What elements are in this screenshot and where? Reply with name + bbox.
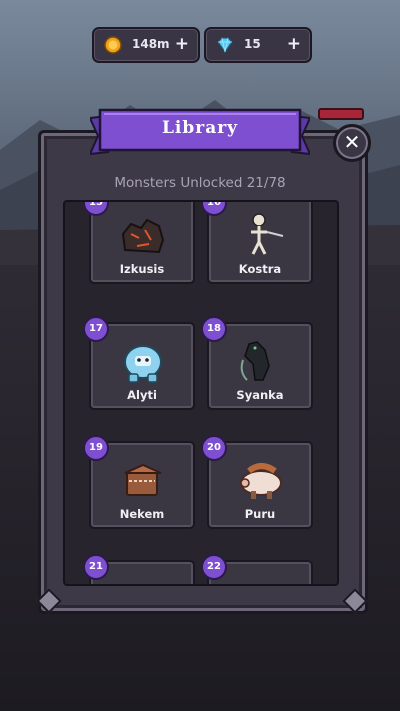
coin-value: 148m xyxy=(132,37,170,51)
boar-icon xyxy=(240,463,282,499)
gem-value: 15 xyxy=(244,37,261,51)
monster-name: Nekem xyxy=(119,507,165,521)
add-gems-button[interactable]: + xyxy=(287,34,301,54)
monster-number-badge: 17 xyxy=(83,316,109,342)
monster-card-izkusis[interactable]: Izkusis xyxy=(89,202,195,284)
yeti-icon xyxy=(124,345,162,383)
monster-name: Syanka xyxy=(236,388,284,402)
monster-list[interactable]: Izkusis 15 Kostra 16 Alyti 17 Syanka 18 xyxy=(63,200,339,586)
monster-number-badge: 18 xyxy=(201,316,227,342)
skeleton-icon xyxy=(251,213,284,255)
gem-icon xyxy=(217,37,233,54)
monster-number-badge: 19 xyxy=(83,435,109,461)
lava-golem-icon xyxy=(121,218,165,254)
close-button[interactable]: ✕ xyxy=(333,124,371,162)
shadow-panther-icon xyxy=(240,341,270,381)
monster-number-badge: 21 xyxy=(83,554,109,580)
monster-name: Puru xyxy=(244,507,276,521)
add-coins-button[interactable]: + xyxy=(175,34,189,54)
monster-name: Kostra xyxy=(238,262,282,276)
coin-counter: 148m + xyxy=(92,27,200,63)
monster-number-badge: 22 xyxy=(201,554,227,580)
monster-name: Izkusis xyxy=(119,262,165,276)
mimic-chest-icon xyxy=(124,463,162,496)
monster-number-badge: 20 xyxy=(201,435,227,461)
coin-icon xyxy=(104,36,122,54)
monster-card-kostra[interactable]: Kostra xyxy=(207,202,313,284)
monster-name: Alyti xyxy=(127,388,157,402)
gem-counter: 15 + xyxy=(204,27,312,63)
monsters-unlocked-label: Monsters Unlocked 21/78 xyxy=(114,175,286,191)
health-bar xyxy=(318,108,364,120)
library-title: Library xyxy=(161,118,239,138)
